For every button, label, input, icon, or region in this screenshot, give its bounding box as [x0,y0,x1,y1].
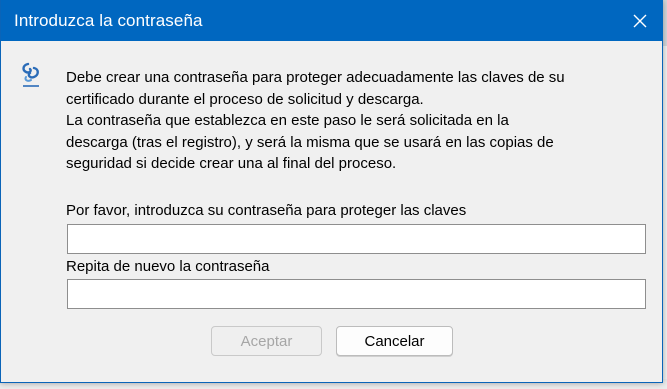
message-line: La contraseña que establezca en este pas… [66,112,509,129]
password-dialog: Introduzca la contraseña Debe crear una … [0,0,663,383]
message-line: descarga (tras el registro), y será la m… [66,133,554,151]
message-line: seguridad si decide crear una al final d… [66,155,397,172]
repeat-password-label: Repita de nuevo la contraseña [66,258,270,275]
close-icon [633,14,647,27]
dialog-title: Introduzca la contraseña [14,11,203,30]
repeat-password-input[interactable] [67,279,646,309]
message-text: Debe crear una contraseña para proteger … [66,67,651,175]
title-bar[interactable]: Introduzca la contraseña [1,0,663,41]
accept-button[interactable]: Aceptar [211,326,322,356]
close-button[interactable] [617,0,663,41]
password-input[interactable] [67,224,646,254]
cancel-button[interactable]: Cancelar [336,326,453,356]
ceres-logo-icon [19,62,43,90]
message-line: Debe crear una contraseña para proteger … [66,69,565,86]
message-line: certificado durante el proceso de solici… [66,90,424,108]
password-label: Por favor, introduzca su contraseña para… [66,202,467,219]
